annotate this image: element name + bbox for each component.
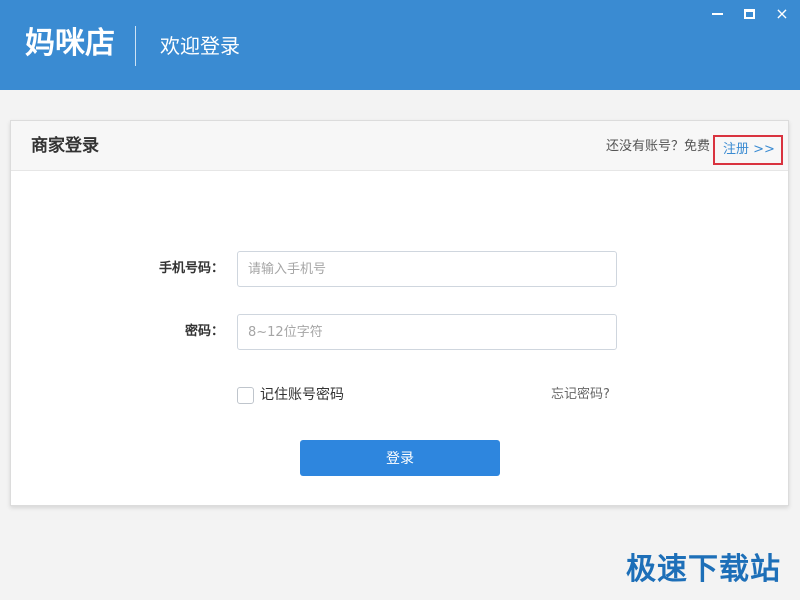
phone-input[interactable]	[237, 251, 617, 287]
login-card-header: 商家登录 还没有账号？免费 注册 >>	[11, 121, 788, 171]
app-logo: 妈咪店	[25, 26, 115, 61]
signup-hint: 还没有账号？免费	[606, 139, 711, 154]
remember-label: 记住账号密码	[260, 387, 344, 403]
welcome-text: 欢迎登录	[160, 34, 240, 58]
header-divider	[135, 26, 136, 66]
login-button[interactable]: 登录	[300, 440, 500, 476]
remember-checkbox-row[interactable]: 记住账号密码	[237, 385, 344, 405]
register-link[interactable]: 注册 >>	[713, 135, 783, 165]
login-title: 商家登录	[31, 136, 99, 156]
remember-checkbox[interactable]	[237, 386, 254, 404]
password-input[interactable]	[237, 314, 617, 350]
minimize-icon	[711, 13, 723, 15]
watermark-text: 极速下载站	[626, 552, 781, 587]
close-icon: ×	[775, 4, 789, 23]
phone-label: 手机号码：	[158, 261, 224, 276]
password-label: 密码：	[184, 324, 224, 339]
close-button[interactable]: ×	[767, 2, 797, 26]
title-bar: 妈咪店 欢迎登录 ×	[0, 0, 800, 90]
maximize-button[interactable]	[734, 2, 764, 26]
forgot-password-link[interactable]: 忘记密码?	[551, 386, 610, 404]
login-card: 商家登录 还没有账号？免费 注册 >> 手机号码： 密码： 记住账号密码 忘记密…	[10, 120, 789, 506]
minimize-button[interactable]	[702, 2, 732, 26]
maximize-icon	[743, 9, 755, 19]
